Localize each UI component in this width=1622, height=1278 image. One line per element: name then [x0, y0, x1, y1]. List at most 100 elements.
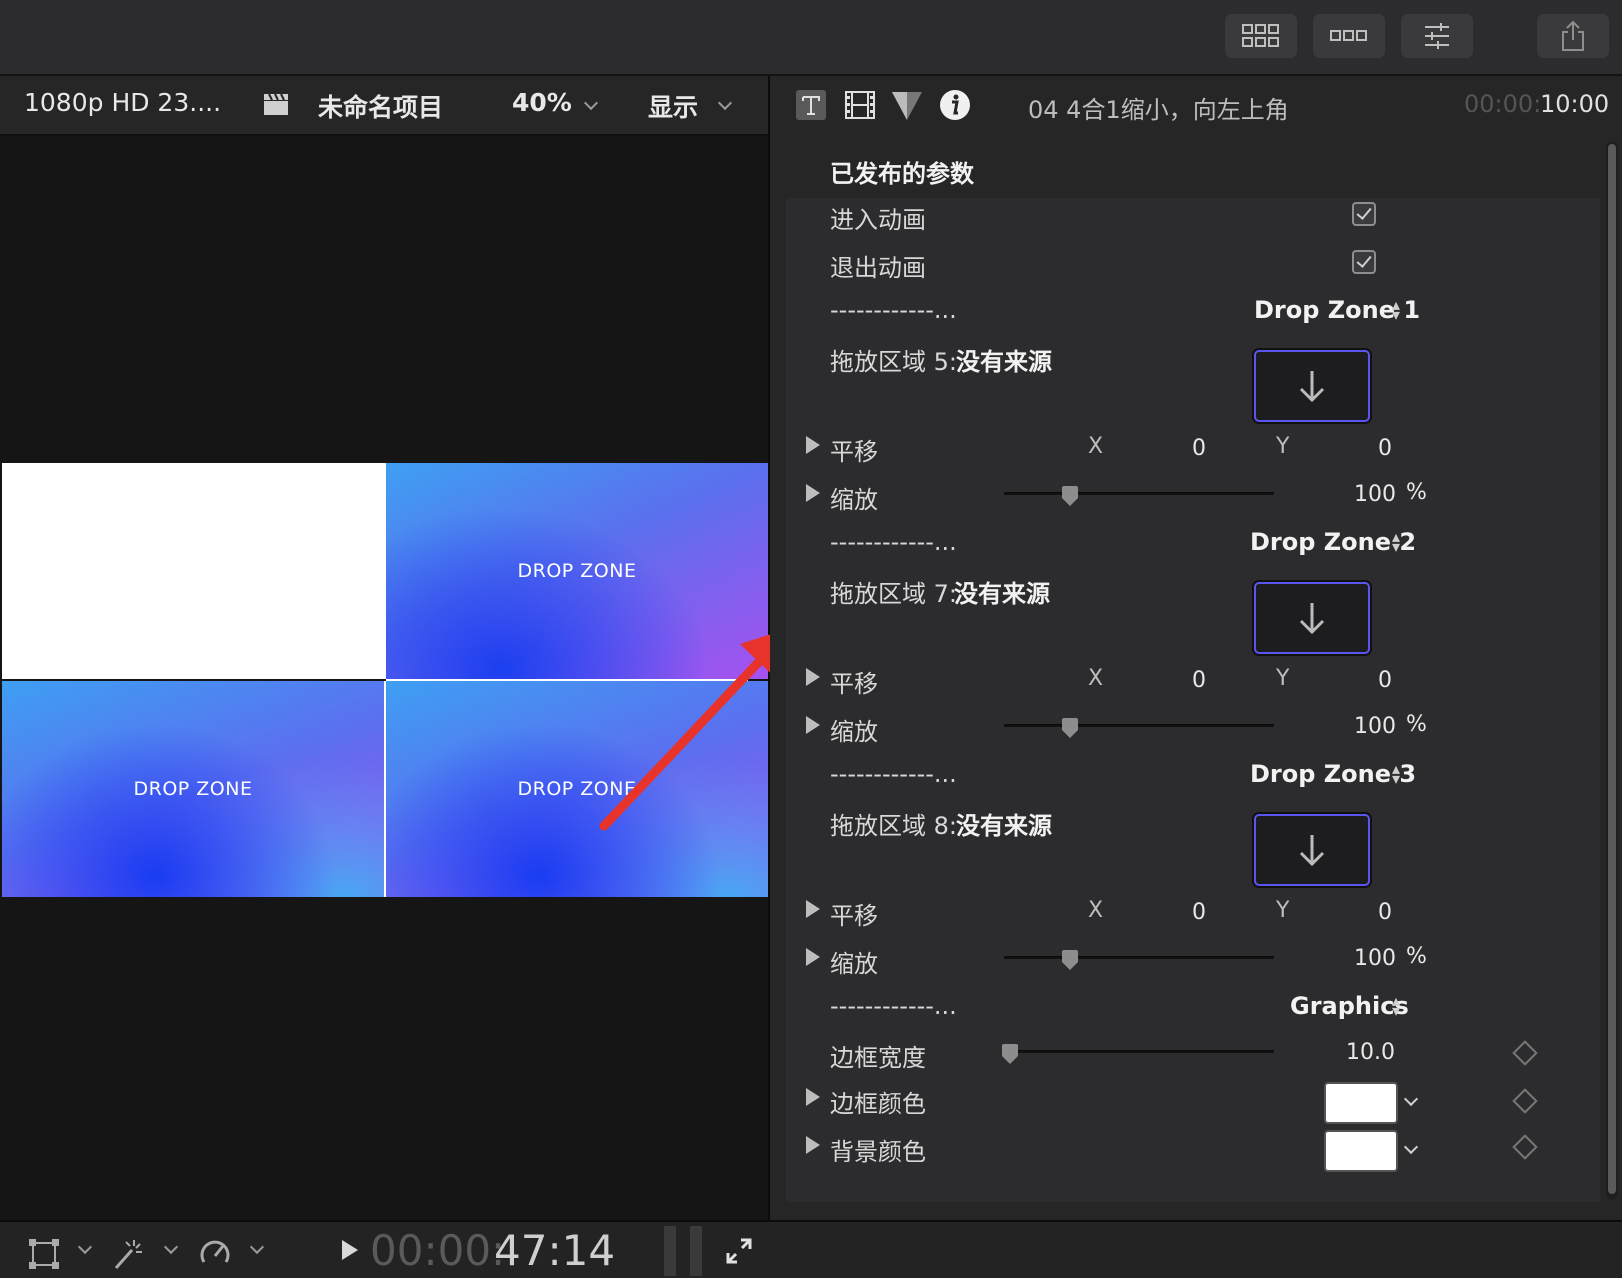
inspector-header: 04 4合1缩小，向左上角 00:00: 10:00: [770, 76, 1622, 138]
x-value[interactable]: 0: [1192, 436, 1206, 461]
exit-animation-label: 退出动画: [830, 254, 926, 282]
y-label: Y: [1276, 666, 1290, 691]
info-icon[interactable]: [938, 88, 972, 122]
scale-slider[interactable]: [1004, 956, 1274, 959]
disclosure-triangle-icon[interactable]: [806, 900, 820, 918]
play-icon[interactable]: [340, 1238, 360, 1262]
inspector-scrollbar-thumb[interactable]: [1608, 144, 1616, 1194]
zoom-chevron-down-icon[interactable]: [583, 95, 599, 111]
border-color-swatch[interactable]: [1324, 1082, 1398, 1124]
display-chevron-down-icon[interactable]: [717, 95, 733, 111]
translate-label: 平移: [830, 670, 878, 698]
background-color-chevron-down-icon[interactable]: [1403, 1139, 1419, 1155]
duration-dim: 00:00:: [1464, 90, 1542, 118]
browser-grid-button[interactable]: [1225, 14, 1297, 58]
drop-zone-well[interactable]: [1254, 350, 1370, 422]
zoom-menu[interactable]: 40%: [512, 88, 572, 117]
disclosure-triangle-icon[interactable]: [806, 716, 820, 734]
grid-icon: [1242, 24, 1279, 47]
top-toolbar: [0, 0, 1622, 76]
speed-chevron-down-icon[interactable]: [249, 1239, 265, 1255]
viewer-bottom-bar: 00:00: 47:14: [0, 1220, 1622, 1278]
speed-gauge-icon[interactable]: [198, 1238, 232, 1270]
drop-zone-well[interactable]: [1254, 814, 1370, 886]
text-t-icon: [802, 96, 820, 115]
enhance-chevron-down-icon[interactable]: [163, 1239, 179, 1255]
disclosure-triangle-icon[interactable]: [806, 948, 820, 966]
x-value[interactable]: 0: [1192, 668, 1206, 693]
percent-unit: %: [1406, 944, 1427, 969]
scale-slider[interactable]: [1004, 724, 1274, 727]
inspector-toggle-button[interactable]: [1401, 14, 1473, 58]
updown-chevron-icon[interactable]: ▴ ▾: [1392, 297, 1400, 323]
section-header: 已发布的参数: [786, 142, 1600, 198]
scale-value[interactable]: 100: [1354, 946, 1396, 971]
scale-slider[interactable]: [1004, 492, 1274, 495]
separator-label: ------------...: [830, 528, 957, 556]
enter-animation-checkbox[interactable]: [1352, 202, 1376, 226]
border-color-chevron-down-icon[interactable]: [1403, 1091, 1419, 1107]
scale-label: 缩放: [830, 950, 878, 978]
drop-zone-tile-2[interactable]: DROP ZONE: [2, 681, 384, 897]
updown-chevron-icon[interactable]: ▴ ▾: [1392, 761, 1400, 787]
film-icon[interactable]: [844, 90, 876, 120]
border-color-label: 边框颜色: [830, 1090, 926, 1118]
viewer-header: 1080p HD 23.... 未命名项目 40% 显示: [0, 76, 768, 136]
clapperboard-icon: [264, 93, 288, 115]
border-width-value[interactable]: 10.0: [1346, 1040, 1395, 1065]
drop-zone-well[interactable]: [1254, 582, 1370, 654]
border-width-label: 边框宽度: [830, 1044, 926, 1072]
graphics-popup[interactable]: Graphics: [1290, 992, 1409, 1020]
clip-title: 04 4合1缩小，向左上角: [1028, 96, 1289, 124]
color-triangle-icon[interactable]: [890, 90, 924, 122]
separator-label: ------------...: [830, 296, 957, 324]
audio-meter-left: [664, 1226, 676, 1276]
white-tile: [2, 463, 386, 679]
updown-chevron-icon[interactable]: ▴ ▾: [1392, 993, 1400, 1019]
background-color-label: 背景颜色: [830, 1138, 926, 1166]
disclosure-triangle-icon[interactable]: [806, 436, 820, 454]
keyframe-diamond-icon[interactable]: [1512, 1088, 1538, 1114]
y-value[interactable]: 0: [1378, 436, 1392, 461]
share-icon: [1562, 20, 1584, 51]
updown-chevron-icon[interactable]: ▴ ▾: [1392, 529, 1400, 555]
disclosure-triangle-icon[interactable]: [806, 1088, 820, 1106]
y-value[interactable]: 0: [1378, 668, 1392, 693]
exit-animation-checkbox[interactable]: [1352, 250, 1376, 274]
keyframe-diamond-icon[interactable]: [1512, 1040, 1538, 1066]
y-value[interactable]: 0: [1378, 900, 1392, 925]
x-label: X: [1088, 898, 1104, 923]
scale-value[interactable]: 100: [1354, 482, 1396, 507]
drop-zone-text: DROP ZONE: [133, 778, 253, 800]
x-value[interactable]: 0: [1192, 900, 1206, 925]
disclosure-triangle-icon[interactable]: [806, 1136, 820, 1154]
translate-label: 平移: [830, 902, 878, 930]
scale-value[interactable]: 100: [1354, 714, 1396, 739]
timeline-button[interactable]: [1313, 14, 1385, 58]
background-color-swatch[interactable]: [1324, 1130, 1398, 1172]
display-menu[interactable]: 显示: [648, 88, 698, 124]
sliders-icon: [1425, 23, 1449, 49]
y-label: Y: [1276, 434, 1290, 459]
magic-wand-icon[interactable]: [112, 1238, 146, 1270]
fullscreen-icon[interactable]: [724, 1236, 754, 1266]
arrow-down-icon: [1299, 835, 1325, 867]
translate-label: 平移: [830, 438, 878, 466]
duration-bright: 10:00: [1540, 90, 1610, 118]
audio-meter-right: [690, 1226, 702, 1276]
text-inspector-tab[interactable]: [796, 90, 826, 120]
x-label: X: [1088, 434, 1104, 459]
tile-divider: [384, 681, 386, 897]
border-width-slider[interactable]: [1004, 1050, 1274, 1053]
timecode-dim: 00:00:: [370, 1226, 506, 1275]
disclosure-triangle-icon[interactable]: [806, 668, 820, 686]
y-label: Y: [1276, 898, 1290, 923]
transform-icon[interactable]: [28, 1238, 60, 1270]
keyframe-diamond-icon[interactable]: [1512, 1134, 1538, 1160]
disclosure-triangle-icon[interactable]: [806, 484, 820, 502]
drop-zone-text: DROP ZONE: [517, 560, 637, 582]
drop-well-source: 没有来源: [956, 812, 1052, 840]
share-button[interactable]: [1537, 14, 1609, 58]
format-label[interactable]: 1080p HD 23....: [24, 88, 221, 117]
transform-chevron-down-icon[interactable]: [77, 1239, 93, 1255]
